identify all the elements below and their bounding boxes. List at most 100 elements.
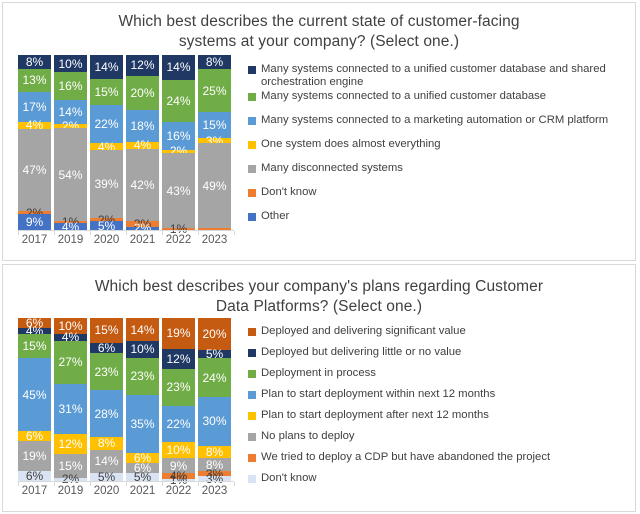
bar-segment: 8%: [198, 55, 231, 69]
bar-segment: 14%: [126, 318, 159, 342]
x-axis-line-top: [18, 230, 235, 235]
bar-segment-label: 10%: [130, 342, 155, 357]
bar-segment-label: 20%: [202, 327, 227, 342]
stacked-bar-plot-cdp-plans: 6% 4% 15% 45% 6% 19% 6% 10% 4% 27% 31% 12% 15% 2% 15% 6…: [18, 317, 231, 486]
bar-segment-label: 39%: [94, 177, 119, 192]
bar-segment: 12%: [126, 55, 159, 76]
bar-segment: 31%: [54, 384, 87, 435]
bar-segment: 24%: [162, 79, 195, 122]
legend-item[interactable]: Plan to start deployment after next 12 m…: [248, 409, 638, 430]
legend-item[interactable]: Other: [248, 210, 638, 234]
chart-title-line-1: Which best describes the current state o…: [118, 13, 520, 30]
legend-item[interactable]: We tried to deploy a CDP but have abando…: [248, 451, 638, 472]
bar-segment-label: 9%: [25, 215, 44, 230]
legend-item-label: Many systems connected to a unified cust…: [261, 89, 547, 102]
bar-segment-label: 25%: [202, 83, 227, 98]
bar-column-2019: 10% 4% 27% 31% 12% 15% 2%: [54, 318, 87, 485]
bar-segment-label: 30%: [202, 414, 227, 429]
legend-swatch-icon: [248, 370, 256, 378]
bar-column-2020: 14% 15% 22% 4% 39% 2% 5%: [90, 55, 123, 232]
legend-item-label: Don't know: [261, 472, 317, 484]
legend-item-label: Plan to start deployment within next 12 …: [261, 388, 496, 400]
legend-item[interactable]: Deployment in process: [248, 367, 638, 388]
bar-segment: 47%: [18, 128, 51, 211]
legend-item[interactable]: Many systems connected to a marketing au…: [248, 114, 638, 138]
legend-item[interactable]: Deployed and delivering significant valu…: [248, 325, 638, 346]
bar-segment-label: 14%: [130, 322, 155, 337]
bar-segment-label: 42%: [130, 177, 155, 192]
bar-segment: 14%: [90, 55, 123, 80]
legend-item[interactable]: Deployed but delivering little or no val…: [248, 346, 638, 367]
bar-segment: 4%: [90, 141, 123, 153]
legend-item[interactable]: No plans to deploy: [248, 430, 638, 451]
legend-item[interactable]: Plan to start deployment within next 12 …: [248, 388, 638, 409]
chart-title-customer-facing-systems: Which best describes the current state o…: [3, 3, 635, 52]
legend-item-label: We tried to deploy a CDP but have abando…: [261, 451, 551, 463]
bar-segment-label: 22%: [94, 117, 119, 132]
bar-segment-label: 14%: [58, 105, 83, 120]
bar-segment: 10%: [162, 441, 195, 459]
legend-swatch-icon: [248, 433, 256, 441]
bar-segment-label: 15%: [94, 85, 119, 100]
bar-segment-label: 23%: [130, 369, 155, 384]
legend-item[interactable]: Many systems connected to a unified cust…: [248, 90, 638, 114]
legend-item-label: Deployment in process: [261, 367, 376, 379]
bar-segment-label: 14%: [94, 454, 119, 469]
bar-segment-label: 24%: [166, 93, 191, 108]
bar-segment-label: 28%: [94, 406, 119, 421]
bar-segment-label: 13%: [22, 73, 47, 88]
bar-segment-label: 43%: [166, 183, 191, 198]
legend-swatch-icon: [248, 92, 256, 101]
legend-item-label: Plan to start deployment after next 12 m…: [261, 409, 489, 421]
bar-segment: 24%: [198, 358, 231, 398]
legend-item-label: Don't know: [261, 185, 317, 198]
legend-item[interactable]: Many systems connected to a unified cust…: [248, 63, 638, 90]
bar-segment: 18%: [126, 110, 159, 142]
legend-item-label: Other: [261, 209, 290, 222]
legend-item[interactable]: Don't know: [248, 186, 638, 210]
bar-segment: 15%: [18, 334, 51, 359]
legend-swatch-icon: [248, 391, 256, 399]
bar-segment-label: 35%: [130, 417, 155, 432]
bar-segment: 12%: [54, 434, 87, 454]
bar-segment: 5%: [90, 220, 123, 232]
x-axis-tick-labels-top: 2017 2019 2020 2021 2022 2023: [18, 234, 231, 246]
bar-segment: 23%: [126, 357, 159, 396]
bar-segment: 10%: [54, 55, 87, 73]
legend-item[interactable]: Many disconnected systems: [248, 162, 638, 186]
x-tick-2020: 2020: [93, 234, 120, 246]
legend-cdp-plans: Deployed and delivering significant valu…: [248, 325, 638, 493]
bar-segment-label: 10%: [58, 56, 83, 71]
legend-item[interactable]: Don't know: [248, 472, 638, 493]
legend-swatch-icon: [248, 66, 256, 74]
bar-segment-label: 16%: [166, 128, 191, 143]
bar-segment-label: 12%: [166, 351, 191, 366]
legend-item-label: Deployed but delivering little or no val…: [261, 346, 462, 358]
chart-title-line-2: systems at your company? (Select one.): [178, 33, 460, 51]
bar-segment-label: 14%: [94, 60, 119, 75]
bar-segment-label: 12%: [58, 436, 83, 451]
bar-segment-label: 19%: [166, 326, 191, 341]
bar-segment-label: 47%: [22, 162, 47, 177]
bar-segment-label: 2%: [133, 221, 152, 236]
bar-segment-label: 27%: [58, 355, 83, 370]
x-tick-2022: 2022: [165, 485, 192, 497]
bar-segment-label: 54%: [58, 167, 83, 182]
bar-segment-label: 10%: [166, 443, 191, 458]
bar-segment: 12%: [162, 348, 195, 369]
legend-item-label: Many disconnected systems: [261, 161, 403, 174]
stacked-bar-plot-customer-facing-systems: 8%13%17%4%47%2%9%10%16%14%2%54%1%4%14%15…: [18, 55, 231, 235]
legend-item[interactable]: One system does almost everything: [248, 138, 638, 162]
legend-swatch-icon: [248, 164, 256, 173]
bar-segment-label: 16%: [58, 79, 83, 94]
bar-segment: 8%: [18, 55, 51, 69]
x-tick-2022: 2022: [165, 234, 192, 246]
legend-swatch-icon: [248, 349, 256, 357]
bar-segment: 35%: [126, 395, 159, 454]
bar-segment-label: 14%: [166, 60, 191, 75]
bar-segment-label: 31%: [58, 402, 83, 417]
chart-title-line-1: Which best describes your company's plan…: [94, 278, 544, 295]
bar-segment: 15%: [90, 79, 123, 106]
bar-segment: 30%: [198, 397, 231, 446]
bar-segment-label: 49%: [202, 178, 227, 193]
